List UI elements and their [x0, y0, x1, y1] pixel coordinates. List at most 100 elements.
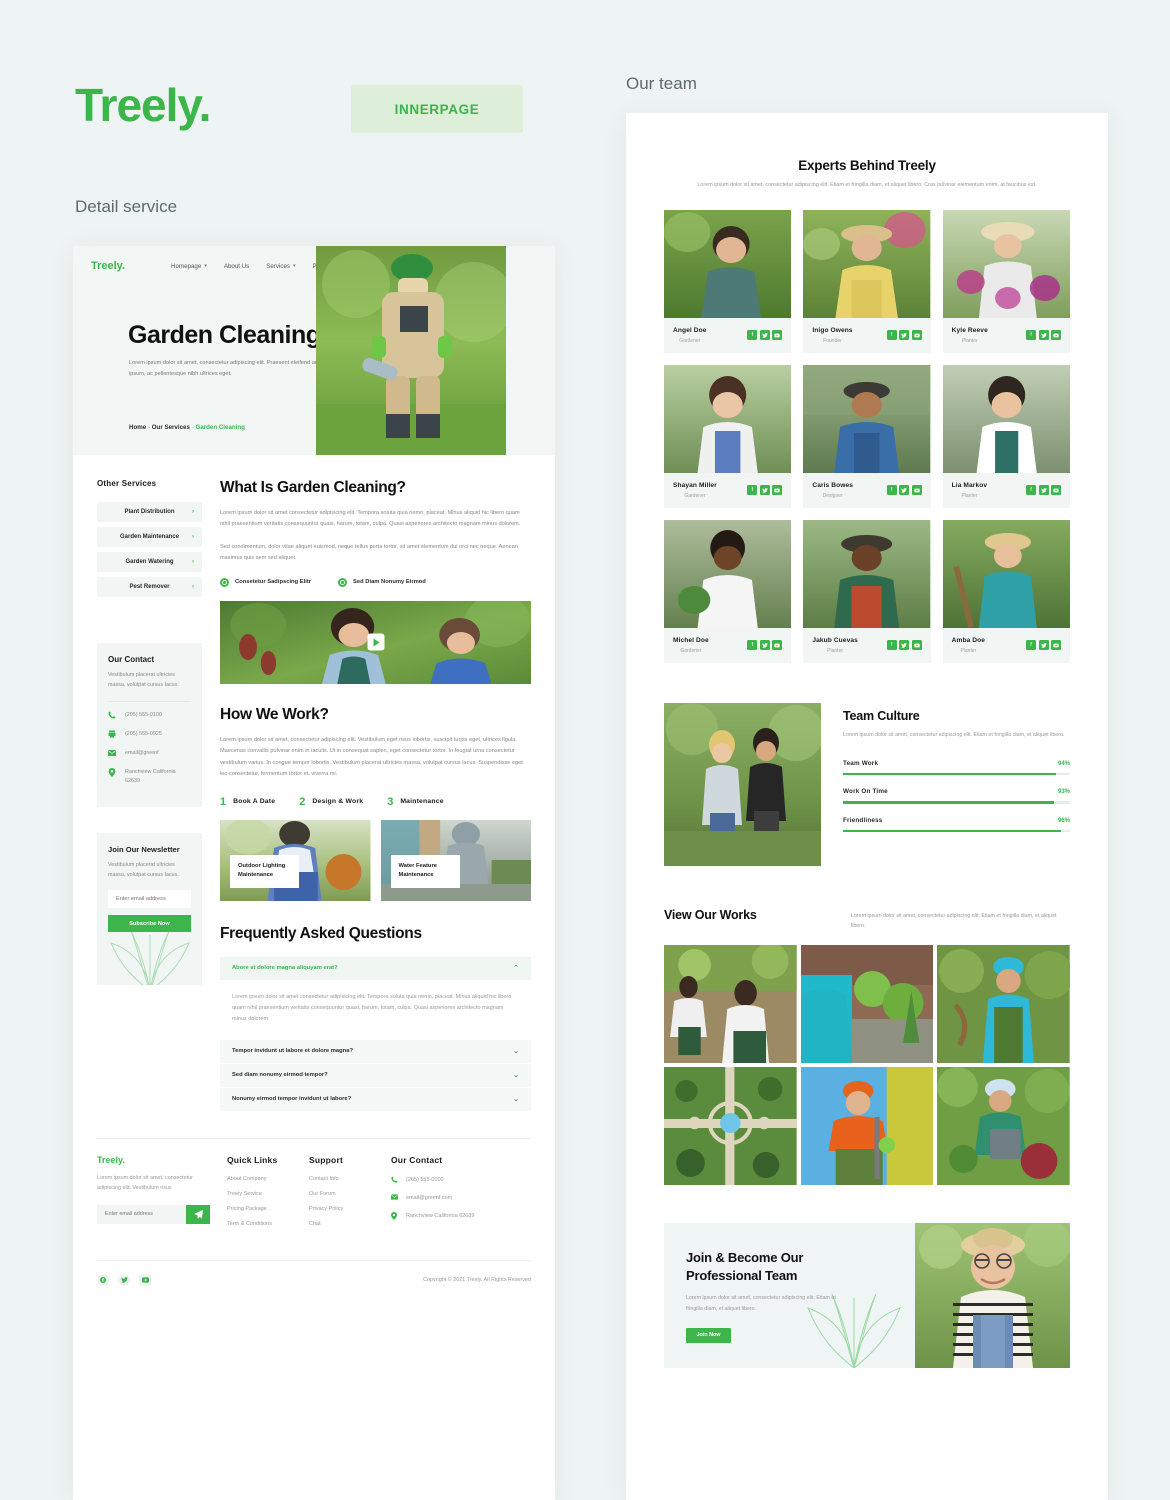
- team-card[interactable]: Shayan Miller Gardener f: [664, 364, 792, 508]
- faq-item-1[interactable]: Abore et dolore magna aliquyam erat? ⌃ L…: [220, 956, 531, 1039]
- footer-send-button[interactable]: [186, 1204, 210, 1224]
- twitter-icon[interactable]: [118, 1273, 130, 1286]
- sidebar-item-garden-maintenance[interactable]: Garden Maintenance ›: [97, 527, 202, 547]
- facebook-icon[interactable]: f: [1026, 640, 1036, 651]
- caption-detail-service: Detail service: [75, 197, 178, 216]
- nav-item-about-us[interactable]: About Us: [224, 263, 249, 270]
- skill-label: Work On Time: [843, 788, 888, 796]
- team-member-role: Designer: [822, 492, 843, 499]
- facebook-icon[interactable]: f: [747, 485, 758, 496]
- faq-item-3[interactable]: Sed diam nonumy eirmod tempor? ⌄: [220, 1063, 531, 1087]
- team-card[interactable]: Caris Bowes Designer f: [803, 364, 931, 508]
- faq-question-header[interactable]: Nonumy eirmod tempor invidunt ut labore?…: [220, 1088, 531, 1111]
- breadcrumb-parent[interactable]: Our Services: [152, 424, 190, 431]
- work-thumbnail[interactable]: [937, 945, 1070, 1064]
- feature-checks: Consetetur Sadipscing Elitr Sed Diam Non…: [220, 577, 531, 587]
- service-card-outdoor-lighting[interactable]: Outdoor Lighting Maintenance: [220, 819, 371, 901]
- team-card[interactable]: Lia Markov Planter f: [942, 364, 1070, 508]
- youtube-icon[interactable]: [1051, 330, 1061, 341]
- faq-item-4[interactable]: Nonumy eirmod tempor invidunt ut labore?…: [220, 1087, 531, 1111]
- youtube-icon[interactable]: [772, 330, 783, 341]
- footer-contact-email[interactable]: email@greenf.com: [390, 1194, 501, 1203]
- footer-link-chat[interactable]: Chat: [309, 1221, 391, 1227]
- contact-row-email[interactable]: email@greenf: [107, 749, 191, 759]
- team-socials: f: [747, 330, 783, 341]
- twitter-icon[interactable]: [759, 485, 770, 496]
- youtube-icon[interactable]: [139, 1273, 151, 1286]
- sidebar-item-pest-remover[interactable]: Pest Remover ›: [97, 577, 202, 597]
- team-card[interactable]: Angel Doe Gardener f: [664, 209, 792, 353]
- our-contact-title: Our Contact: [108, 655, 155, 664]
- team-card[interactable]: Kyle Reeve Planter f: [942, 209, 1070, 353]
- nav-item-homepage[interactable]: Homepage ▾: [171, 263, 207, 270]
- youtube-icon[interactable]: [911, 640, 922, 651]
- leaf-decoration-icon: [109, 930, 190, 985]
- contact-row-address[interactable]: Ranchview California 62639: [108, 767, 191, 786]
- facebook-icon[interactable]: f: [886, 485, 897, 496]
- facebook-icon[interactable]: f: [747, 640, 758, 651]
- sidebar-item-plant-distribution[interactable]: Plant Distribution ›: [97, 502, 202, 522]
- team-card[interactable]: Amba Doe Planter f: [942, 519, 1070, 663]
- facebook-icon[interactable]: f: [886, 640, 897, 651]
- team-card[interactable]: Inigo Owens Founder f: [803, 209, 931, 353]
- contact-row-fax[interactable]: (205) 555-0925: [108, 730, 191, 740]
- youtube-icon[interactable]: [911, 485, 922, 496]
- facebook-icon[interactable]: f: [747, 330, 758, 341]
- team-member-role: Gardener: [679, 337, 701, 344]
- work-thumbnail[interactable]: [800, 945, 934, 1064]
- twitter-icon[interactable]: [899, 330, 910, 341]
- footer-link-privacy-policy[interactable]: Privacy Policy: [309, 1206, 391, 1212]
- footer-link-about-company[interactable]: About Company: [227, 1176, 309, 1182]
- twitter-icon[interactable]: [1038, 330, 1049, 341]
- youtube-icon[interactable]: [772, 485, 783, 496]
- faq-question-header[interactable]: Sed diam nonumy eirmod tempor? ⌄: [220, 1064, 531, 1087]
- sidebar-item-garden-watering[interactable]: Garden Watering ›: [97, 552, 202, 572]
- twitter-icon[interactable]: [759, 640, 770, 651]
- youtube-icon[interactable]: [1051, 640, 1061, 651]
- work-thumbnail[interactable]: [664, 1067, 797, 1186]
- footer-link-contact-info[interactable]: Contact Info: [309, 1176, 391, 1182]
- footer-link-pricing-package[interactable]: Pricing Package: [227, 1206, 309, 1212]
- faq-item-2[interactable]: Tempor invidunt ut labore et dolore magn…: [220, 1039, 531, 1063]
- faq-question-header[interactable]: Tempor invidunt ut labore et dolore magn…: [220, 1040, 531, 1063]
- facebook-icon[interactable]: [97, 1273, 109, 1286]
- footer-email-input[interactable]: [97, 1204, 186, 1224]
- faq-question-header[interactable]: Abore et dolore magna aliquyam erat? ⌃: [220, 957, 531, 980]
- join-now-button[interactable]: Join Now: [686, 1327, 731, 1343]
- newsletter-email-input[interactable]: [108, 890, 191, 909]
- footer-contact-address[interactable]: Ranchview California 62639: [391, 1212, 501, 1222]
- nav-item-services[interactable]: Services ▾: [266, 263, 295, 270]
- photo-work-6: [937, 1067, 1070, 1186]
- work-thumbnail[interactable]: [800, 1067, 934, 1186]
- footer-logo[interactable]: Treely.: [97, 1155, 227, 1165]
- youtube-icon[interactable]: [772, 640, 783, 651]
- footer-link-our-forum[interactable]: Our Forum: [309, 1191, 391, 1197]
- footer-link-term-conditions[interactable]: Term & Conditions: [227, 1221, 309, 1227]
- breadcrumb-home[interactable]: Home: [129, 424, 146, 431]
- team-member-role: Gardener: [680, 647, 702, 654]
- twitter-icon[interactable]: [899, 640, 910, 651]
- footer-link-treely-service[interactable]: Treely Service: [227, 1191, 309, 1197]
- innerpage-badge[interactable]: INNERPAGE: [351, 85, 523, 133]
- facebook-icon[interactable]: f: [1026, 330, 1036, 341]
- youtube-icon[interactable]: [1051, 485, 1061, 496]
- work-thumbnail[interactable]: [937, 1067, 1070, 1186]
- twitter-icon[interactable]: [899, 485, 910, 496]
- team-card[interactable]: Michel Doe Gardener f: [664, 519, 792, 663]
- photo-work-5: [800, 1067, 934, 1186]
- facebook-icon[interactable]: f: [886, 330, 897, 341]
- facebook-icon[interactable]: f: [1026, 485, 1036, 496]
- service-card-water-feature[interactable]: Water Feature Maintenance: [380, 819, 531, 901]
- nav-logo[interactable]: Treely.: [91, 260, 125, 272]
- twitter-icon[interactable]: [1038, 640, 1049, 651]
- youtube-icon[interactable]: [911, 330, 922, 341]
- contact-row-phone[interactable]: (205) 555-0100: [108, 711, 191, 721]
- footer-contact-phone[interactable]: (205) 555-0100: [391, 1176, 501, 1185]
- work-thumbnail[interactable]: [664, 945, 797, 1064]
- twitter-icon[interactable]: [1038, 485, 1049, 496]
- play-button[interactable]: [367, 633, 384, 651]
- sidebar-item-label: Garden Maintenance: [119, 534, 179, 540]
- team-card[interactable]: Jakub Cuevas Planter f: [803, 519, 931, 663]
- video-thumbnail[interactable]: [220, 600, 531, 684]
- twitter-icon[interactable]: [759, 330, 770, 341]
